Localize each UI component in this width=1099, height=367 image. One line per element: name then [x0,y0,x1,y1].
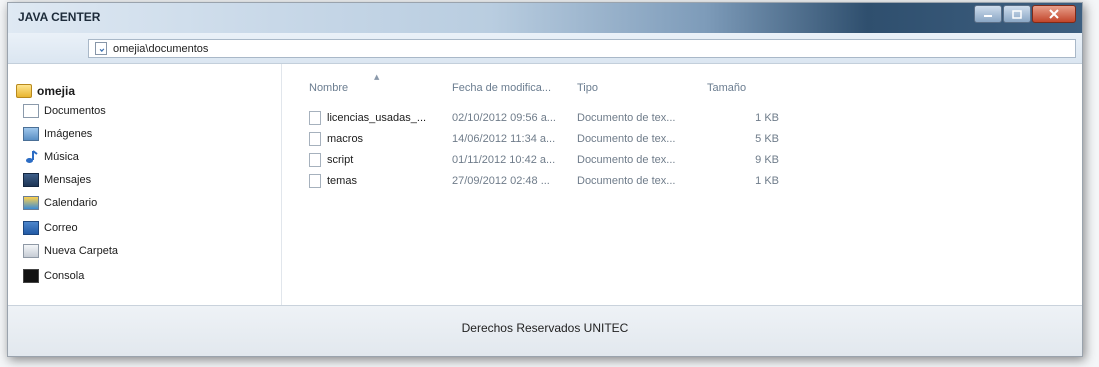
sidebar-item-label: Consola [44,270,85,282]
sidebar-item-label: Documentos [44,105,106,117]
file-row[interactable]: macros 14/06/2012 11:34 a... Documento d… [309,130,809,150]
column-header-nombre[interactable]: Nombre [309,82,348,94]
file-size: 1 KB [755,175,779,187]
file-type: Documento de tex... [577,154,676,166]
footer: Derechos Reservados UNITEC [8,305,1082,356]
sort-arrow-icon: ▲ [374,73,380,81]
file-name: macros [327,133,364,145]
messages-icon [23,173,39,187]
text-file-icon [309,174,321,188]
sidebar-item-label: Música [44,151,79,163]
file-size: 5 KB [755,133,779,145]
close-button[interactable] [1032,5,1076,23]
sidebar-item-nueva-carpeta[interactable]: Nueva Carpeta [23,242,118,260]
minimize-button[interactable] [974,5,1002,23]
file-date: 14/06/2012 11:34 a... [452,133,556,145]
minimize-icon [984,15,992,17]
file-size: 1 KB [755,112,779,124]
file-date: 02/10/2012 09:56 a... [452,112,556,124]
file-name: licencias_usadas_... [327,112,427,124]
address-path: omejia\documentos [113,42,209,55]
maximize-button[interactable] [1003,5,1031,23]
file-row[interactable]: temas 27/09/2012 02:48 ... Documento de … [309,172,809,192]
file-row[interactable]: script 01/11/2012 10:42 a... Documento d… [309,151,809,171]
calendar-icon [23,196,39,210]
mail-icon [23,221,39,235]
maximize-icon [1012,9,1022,19]
sidebar-item-imagenes[interactable]: Imágenes [23,125,92,143]
sidebar-item-label: Mensajes [44,174,92,186]
sidebar-item-correo[interactable]: Correo [23,219,78,237]
sidebar-item-documentos[interactable]: Documentos [23,102,106,120]
file-size: 9 KB [755,154,779,166]
text-file-icon [309,111,321,125]
file-name: temas [327,175,357,187]
sidebar-item-calendario[interactable]: Calendario [23,194,97,212]
column-header-fecha[interactable]: Fecha de modifica... [452,82,551,94]
window-title: JAVA CENTER [18,10,101,24]
address-field[interactable]: omejia\documentos [88,39,1076,58]
file-date: 27/09/2012 02:48 ... [452,175,550,187]
music-icon [23,150,39,164]
column-header-tamano[interactable]: Tamaño [707,82,746,94]
address-bar: omejia\documentos [8,33,1082,64]
window-controls [974,5,1076,23]
sidebar-root-label: omejia [37,84,76,98]
sidebar-item-label: Nueva Carpeta [44,245,118,257]
file-type: Documento de tex... [577,175,676,187]
sidebar-item-musica[interactable]: Música [23,148,79,166]
close-icon [1049,9,1059,19]
folder-icon [23,244,39,258]
sidebar: omejia Documentos Imágenes Música Mensaj… [8,64,282,306]
sidebar-item-label: Calendario [44,197,98,209]
file-list: ▲ Nombre Fecha de modifica... Tipo Tamañ… [282,64,1082,306]
file-type: Documento de tex... [577,112,676,124]
file-name: script [327,154,354,166]
console-icon [23,269,39,283]
title-bar[interactable]: JAVA CENTER [8,3,1082,33]
column-header-tipo[interactable]: Tipo [577,82,598,94]
image-icon [23,127,39,141]
file-date: 01/11/2012 10:42 a... [452,154,556,166]
footer-text: Derechos Reservados UNITEC [461,321,629,335]
sidebar-item-consola[interactable]: Consola [23,267,84,285]
app-window: JAVA CENTER omejia\documentos omejia Doc… [7,2,1083,357]
document-icon [95,42,107,55]
document-icon [23,104,39,118]
file-row[interactable]: licencias_usadas_... 02/10/2012 09:56 a.… [309,109,809,129]
text-file-icon [309,153,321,167]
file-type: Documento de tex... [577,133,676,145]
sidebar-item-label: Imágenes [44,128,93,140]
folder-icon [16,84,32,98]
text-file-icon [309,132,321,146]
sidebar-item-label: Correo [44,222,78,234]
sidebar-root-omejia[interactable]: omejia [16,82,75,100]
sidebar-item-mensajes[interactable]: Mensajes [23,171,91,189]
